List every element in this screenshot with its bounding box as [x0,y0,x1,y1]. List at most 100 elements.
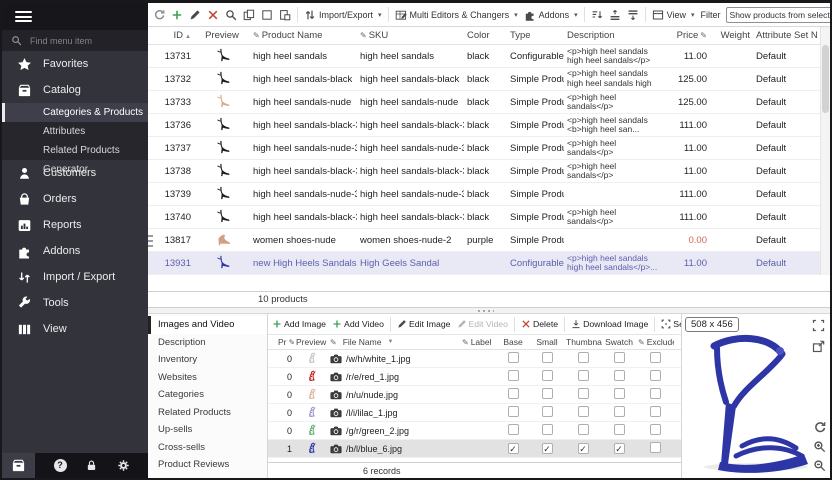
checkbox-swatch[interactable] [602,424,636,437]
sidebar-item-addons[interactable]: Addons [2,238,148,264]
checkbox-thumbnail[interactable] [564,424,602,437]
checkbox-small[interactable] [530,424,564,437]
checkbox-swatch[interactable] [602,388,636,401]
image-row-selected[interactable]: 1 /b/l/blue_6.jpg ✓ ✓ ✓ ✓ [268,440,681,458]
sidebar-item-related-products-generator[interactable]: Related Products Generator [2,141,148,160]
checkbox-swatch[interactable] [602,352,636,365]
fullscreen-icon[interactable] [812,319,825,332]
table-row[interactable]: 13737 high heel sandals-nude-36 high hee… [148,137,830,160]
delete-product-button[interactable] [205,8,221,22]
select-button[interactable] [259,8,275,22]
checkbox-thumbnail[interactable]: ✓ [564,443,602,454]
checkbox-small[interactable]: ✓ [530,443,564,454]
delete-image-button[interactable]: Delete [519,318,560,330]
sidebar-item-customers[interactable]: Customers [2,160,148,186]
checkbox-thumbnail[interactable] [564,388,602,401]
paste-special-button[interactable] [277,8,293,22]
vertical-scrollbar[interactable] [820,27,830,275]
checkbox-exclude[interactable] [636,442,674,455]
column-header-weight[interactable]: Weight [710,30,753,41]
column-header-preview[interactable]: Preview [294,337,328,347]
column-header-attribute-set[interactable]: Attribute Set Name [753,30,818,41]
column-header-base[interactable]: Base [496,337,530,347]
column-header-product-name[interactable]: Product Name [250,30,357,41]
add-product-button[interactable] [169,8,185,22]
search-button[interactable] [223,8,239,22]
edit-image-button[interactable]: Edit Image [395,318,453,330]
column-header-file-name[interactable]: File Name [328,337,460,347]
add-video-button[interactable]: Add Video [330,318,386,330]
checkbox-small[interactable] [530,406,564,419]
column-header-preview[interactable]: Preview [194,30,250,41]
checkbox-swatch[interactable]: ✓ [602,443,636,454]
table-row[interactable]: 13732 high heel sandals-black high heel … [148,68,830,91]
filter-select[interactable]: Show products from selected categories [726,7,832,23]
checkbox-base[interactable]: ✓ [496,443,530,454]
sidebar-item-import-export[interactable]: Import / Export [2,264,148,290]
column-header-id[interactable]: ID [157,30,194,41]
download-image-button[interactable]: Download Image [569,318,650,330]
collapse-rows-button[interactable] [625,8,641,22]
column-header-sku[interactable]: SKU [357,30,464,41]
sidebar-item-favorites[interactable]: Favorites [2,51,148,77]
copy-button[interactable] [241,8,257,22]
edit-video-button[interactable]: Edit Video [455,318,510,330]
table-row[interactable]: 13731 high heel sandals high heel sandal… [148,45,830,68]
column-header-small[interactable]: Small [530,337,564,347]
tab-inventory[interactable]: Inventory [148,351,267,369]
checkbox-base[interactable] [496,406,530,419]
checkbox-thumbnail[interactable] [564,370,602,383]
sort-button[interactable] [589,8,605,22]
tab-cross-sells[interactable]: Cross-sells [148,439,267,457]
checkbox-exclude[interactable] [636,424,674,437]
table-row[interactable]: 13736 high heel sandals-black-36 high he… [148,114,830,137]
view-button[interactable]: View [650,8,697,22]
image-row[interactable]: 0 /r/e/red_1.jpg [268,368,681,386]
table-row[interactable]: 13733 high heel sandals-nude high heel s… [148,91,830,114]
checkbox-exclude[interactable] [636,406,674,419]
table-row[interactable]: 13740 high heel sandals-black-38 high he… [148,206,830,229]
column-header-swatch[interactable]: Swatch [602,337,636,347]
checkbox-swatch[interactable] [602,370,636,383]
edit-product-button[interactable] [187,8,203,22]
tab-up-sells[interactable]: Up-sells [148,421,267,439]
sidebar-item-tools[interactable]: Tools [2,290,148,316]
tab-related-products[interactable]: Related Products [148,404,267,422]
tab-websites[interactable]: Websites [148,369,267,387]
column-header-label[interactable]: Label [460,337,496,347]
scrollbar-thumb[interactable] [822,45,829,113]
sidebar-item-categories-products[interactable]: Categories & Products [2,103,148,122]
column-header-pr[interactable]: Pr [276,337,294,347]
zoom-in-icon[interactable] [813,440,826,453]
menu-search-input[interactable] [28,35,128,47]
column-header-thumbnail[interactable]: Thumbna [564,337,602,347]
open-external-icon[interactable] [812,340,825,353]
footer-catalog-tile[interactable] [2,453,35,478]
refresh-button[interactable] [151,8,167,22]
checkbox-base[interactable] [496,424,530,437]
tab-categories[interactable]: Categories [148,386,267,404]
checkbox-small[interactable] [530,370,564,383]
column-header-type[interactable]: Type [507,30,564,41]
checkbox-small[interactable] [530,352,564,365]
table-row[interactable]: 13739 high heel sandals-nude-37 high hee… [148,183,830,206]
column-header-color[interactable]: Color [464,30,507,41]
sidebar-item-attributes[interactable]: Attributes [2,122,148,141]
checkbox-thumbnail[interactable] [564,406,602,419]
checkbox-base[interactable] [496,388,530,401]
checkbox-base[interactable] [496,370,530,383]
tab-product-reviews[interactable]: Product Reviews [148,456,267,474]
checkbox-swatch[interactable] [602,406,636,419]
checkbox-small[interactable] [530,388,564,401]
tab-images-and-video[interactable]: Images and Video [148,316,267,334]
table-row-selected[interactable]: 13931 new High Heels Sandals High Geels … [148,252,830,275]
column-header-price[interactable]: Price [661,30,710,41]
checkbox-exclude[interactable] [636,388,674,401]
rotate-icon[interactable] [813,421,826,434]
sidebar-item-catalog[interactable]: Catalog [2,77,148,103]
help-icon[interactable] [54,459,67,472]
expand-rows-button[interactable] [607,8,623,22]
column-header-description[interactable]: Description [564,30,661,41]
image-row[interactable]: 0 /w/h/white_1.jpg [268,350,681,368]
gear-icon[interactable] [117,459,130,472]
